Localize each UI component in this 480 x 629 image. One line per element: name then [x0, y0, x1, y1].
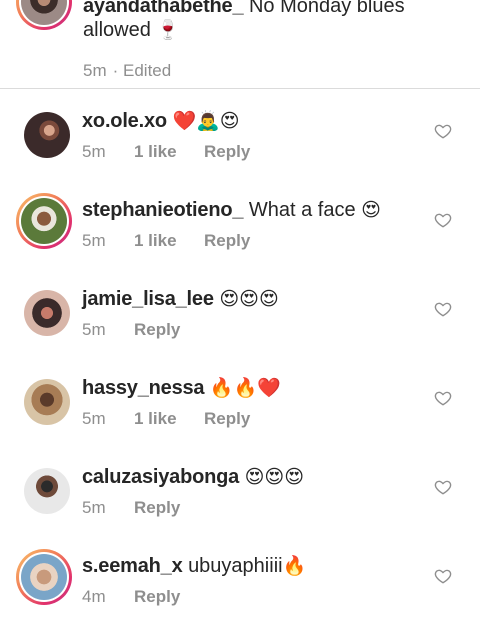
- commenter-avatar[interactable]: [19, 463, 75, 519]
- comment-text: What a face: [248, 199, 356, 221]
- comment-text-block: jamie_lisa_lee 😍😍😍 5m Reply: [82, 287, 412, 340]
- caption-time: 5m: [83, 61, 107, 80]
- comment-likes[interactable]: 1 like: [134, 409, 204, 429]
- comment-meta: 5m Reply: [82, 320, 412, 340]
- comment-username[interactable]: xo.ole.xo: [82, 110, 167, 132]
- caption-username[interactable]: ayandathabethe_: [83, 0, 244, 17]
- comment-text-block: s.eemah_x ubuyaphiiii🔥 4m Reply: [82, 554, 412, 607]
- like-button[interactable]: [434, 389, 452, 407]
- comment-row: caluzasiyabonga 😍😍😍 5m Reply: [0, 445, 480, 534]
- heart-outline-icon: [434, 569, 452, 584]
- post-caption: ayandathabethe_ No Monday blues allowed …: [0, 0, 480, 88]
- comment-emoji: 😍: [361, 200, 381, 221]
- comment-likes[interactable]: 1 like: [134, 142, 204, 162]
- comment-text-block: stephanieotieno_ What a face 😍 5m 1 like…: [82, 198, 412, 251]
- reply-button[interactable]: Reply: [204, 231, 250, 251]
- like-button[interactable]: [434, 122, 452, 140]
- avatar-image: [21, 198, 67, 244]
- avatar-image: [24, 379, 70, 425]
- comment-row: stephanieotieno_ What a face 😍 5m 1 like…: [0, 178, 480, 267]
- comment-time: 5m: [82, 498, 106, 517]
- commenter-avatar[interactable]: [19, 107, 75, 163]
- comment-username[interactable]: jamie_lisa_lee: [82, 288, 214, 310]
- commenter-avatar[interactable]: [16, 549, 72, 605]
- heart-outline-icon: [434, 480, 452, 495]
- comment-meta: 5m 1 like Reply: [82, 142, 412, 162]
- comment-username[interactable]: stephanieotieno_: [82, 199, 243, 221]
- reply-button[interactable]: Reply: [204, 409, 250, 429]
- comment-emoji: 😍😍😍: [244, 467, 305, 488]
- comment-emoji: 🔥🔥❤️: [209, 378, 281, 399]
- comment-time: 4m: [82, 587, 106, 606]
- comment-username[interactable]: caluzasiyabonga: [82, 466, 239, 488]
- commenter-avatar[interactable]: [19, 374, 75, 430]
- comment-text-block: hassy_nessa 🔥🔥❤️ 5m 1 like Reply: [82, 376, 412, 429]
- comments-screen: ayandathabethe_ No Monday blues allowed …: [0, 0, 480, 629]
- commenter-avatar[interactable]: [16, 193, 72, 249]
- comment-text-block: xo.ole.xo ❤️🙇‍♂️😍 5m 1 like Reply: [82, 109, 412, 162]
- comment-username[interactable]: hassy_nessa: [82, 377, 205, 399]
- comment-emoji: ❤️🙇‍♂️😍: [172, 111, 240, 132]
- comment-meta: 5m 1 like Reply: [82, 409, 412, 429]
- comment-likes[interactable]: 1 like: [134, 231, 204, 251]
- heart-outline-icon: [434, 302, 452, 317]
- comment-row: xo.ole.xo ❤️🙇‍♂️😍 5m 1 like Reply: [0, 89, 480, 178]
- comment-time: 5m: [82, 320, 106, 339]
- like-button[interactable]: [434, 300, 452, 318]
- avatar-image: [24, 468, 70, 514]
- comment-row: s.eemah_x ubuyaphiiii🔥 4m Reply: [0, 534, 480, 623]
- comment-emoji: 🔥: [282, 556, 307, 577]
- caption-emoji: 🍷: [156, 20, 181, 41]
- comment-meta: 5m 1 like Reply: [82, 231, 412, 251]
- comment-time: 5m: [82, 409, 106, 428]
- reply-button[interactable]: Reply: [134, 498, 180, 518]
- comment-time: 5m: [82, 142, 106, 161]
- comment-row: jamie_lisa_lee 😍😍😍 5m Reply: [0, 267, 480, 356]
- comment-meta: 5m Reply: [82, 498, 412, 518]
- comment-row: hassy_nessa 🔥🔥❤️ 5m 1 like Reply: [0, 356, 480, 445]
- comment-meta: 4m Reply: [82, 587, 412, 607]
- like-button[interactable]: [434, 211, 452, 229]
- heart-outline-icon: [434, 124, 452, 139]
- like-button[interactable]: [434, 567, 452, 585]
- like-button[interactable]: [434, 478, 452, 496]
- caption-edited: · Edited: [112, 61, 172, 80]
- reply-button[interactable]: Reply: [134, 587, 180, 607]
- reply-button[interactable]: Reply: [204, 142, 250, 162]
- avatar-image: [24, 112, 70, 158]
- avatar-image: [21, 0, 67, 25]
- commenter-avatar[interactable]: [19, 285, 75, 341]
- comment-text-block: caluzasiyabonga 😍😍😍 5m Reply: [82, 465, 412, 518]
- comment-username[interactable]: s.eemah_x: [82, 555, 183, 577]
- reply-button[interactable]: Reply: [134, 320, 180, 340]
- caption-meta: 5m · Edited: [83, 61, 171, 81]
- avatar-image: [21, 554, 67, 600]
- comment-time: 5m: [82, 231, 106, 250]
- caption-avatar[interactable]: [16, 0, 72, 30]
- comment-text: ubuyaphiiii: [188, 555, 283, 577]
- comment-emoji: 😍😍😍: [219, 289, 279, 310]
- caption-text-block: ayandathabethe_ No Monday blues allowed …: [83, 0, 443, 43]
- heart-outline-icon: [434, 213, 452, 228]
- avatar-image: [24, 290, 70, 336]
- heart-outline-icon: [434, 391, 452, 406]
